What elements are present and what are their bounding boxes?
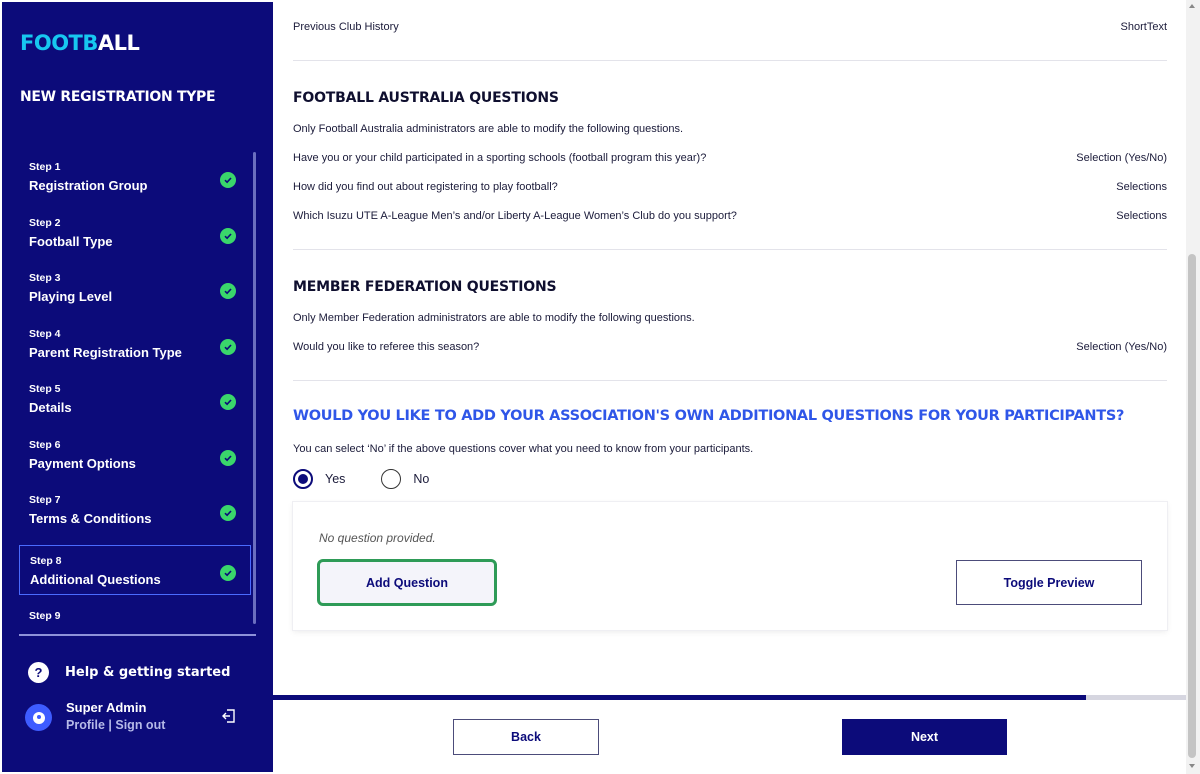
scroll-down-arrow-icon[interactable]: [1189, 764, 1195, 768]
step-label: Terms & Conditions: [29, 511, 152, 526]
radio-yes[interactable]: [293, 469, 313, 489]
scroll-up-arrow-icon[interactable]: [1189, 4, 1195, 8]
question-type: Selections: [1116, 210, 1167, 222]
question-text: Have you or your child participated in a…: [293, 152, 707, 164]
help-link[interactable]: ? Help & getting started: [28, 662, 230, 683]
step-label: Additional Questions: [30, 572, 161, 587]
step-3[interactable]: Step 3 Playing Level: [19, 263, 251, 313]
fa-section-desc: Only Football Australia administrators a…: [293, 123, 684, 135]
step-number: Step 6: [29, 439, 61, 451]
sidebar-divider: [19, 634, 256, 636]
additional-questions-card: No question provided. Add Question Toggl…: [293, 502, 1167, 630]
fa-section-title: FOOTBALL AUSTRALIA QUESTIONS: [293, 90, 559, 106]
check-circle-icon: [220, 505, 236, 521]
step-number: Step 2: [29, 217, 61, 229]
mf-section-desc: Only Member Federation administrators ar…: [293, 312, 695, 324]
scrollbar-thumb[interactable]: [1188, 254, 1196, 758]
step-1[interactable]: Step 1 Registration Group: [19, 152, 251, 202]
step-number: Step 5: [29, 383, 61, 395]
radio-no-label[interactable]: No: [413, 472, 429, 486]
step-label: Payment Options: [29, 456, 136, 471]
step-8[interactable]: Step 8 Additional Questions: [19, 545, 251, 595]
question-type: ShortText: [1120, 21, 1167, 33]
step-label: Playing Level: [29, 289, 113, 304]
step-number: Step 4: [29, 328, 61, 340]
footer-nav: Back Next: [273, 700, 1186, 774]
question-text: Which Isuzu UTE A-League Men’s and/or Li…: [293, 210, 737, 222]
question-type: Selection (Yes/No): [1076, 152, 1167, 164]
main-content: Previous Club History ShortText FOOTBALL…: [273, 0, 1186, 774]
logo-part-2: ALL: [97, 31, 140, 55]
sidebar-scrollbar[interactable]: [253, 152, 256, 624]
sidebar: FOOTBALL NEW REGISTRATION TYPE Step 1 Re…: [2, 2, 273, 772]
step-number: Step 8: [30, 555, 62, 567]
radio-yes-label[interactable]: Yes: [325, 472, 345, 486]
back-button[interactable]: Back: [453, 719, 599, 755]
step-number: Step 1: [29, 161, 61, 173]
step-label: Parent Registration Type: [29, 345, 182, 360]
next-button[interactable]: Next: [842, 719, 1007, 755]
check-circle-icon: [220, 339, 236, 355]
user-name: Super Admin: [66, 700, 147, 715]
additional-questions-radio-group: Yes No: [293, 469, 465, 489]
question-mark-icon: ?: [28, 662, 49, 683]
help-label: Help & getting started: [65, 665, 231, 680]
sidebar-title: NEW REGISTRATION TYPE: [20, 89, 216, 105]
divider: [293, 60, 1167, 61]
step-list: Step 1 Registration Group Step 2 Footbal…: [19, 152, 253, 626]
check-circle-icon: [220, 565, 236, 581]
step-9[interactable]: Step 9: [19, 601, 251, 626]
step-number: Step 3: [29, 272, 61, 284]
check-circle-icon: [220, 172, 236, 188]
link-separator: |: [108, 718, 112, 732]
profile-link[interactable]: Profile: [66, 718, 105, 732]
check-circle-icon: [220, 450, 236, 466]
additional-questions-title: WOULD YOU LIKE TO ADD YOUR ASSOCIATION'S…: [293, 408, 1125, 424]
question-text: How did you find out about registering t…: [293, 181, 558, 193]
check-circle-icon: [220, 228, 236, 244]
question-text: Previous Club History: [293, 21, 399, 33]
signout-link[interactable]: Sign out: [115, 718, 165, 732]
empty-state-text: No question provided.: [319, 531, 436, 545]
step-number: Step 7: [29, 494, 61, 506]
radio-no[interactable]: [381, 469, 402, 489]
page-scrollbar[interactable]: [1186, 0, 1200, 774]
logo-part-1: FOOTB: [20, 31, 98, 55]
check-circle-icon: [220, 283, 236, 299]
question-text: Would you like to referee this season?: [293, 341, 480, 353]
additional-questions-desc: You can select ‘No’ if the above questio…: [293, 443, 754, 455]
user-links: Profile | Sign out: [66, 718, 165, 732]
logout-icon[interactable]: [221, 708, 237, 724]
question-type: Selections: [1116, 181, 1167, 193]
divider: [293, 380, 1167, 381]
divider: [293, 249, 1167, 250]
step-6[interactable]: Step 6 Payment Options: [19, 430, 251, 480]
step-label: Football Type: [29, 234, 113, 249]
question-type: Selection (Yes/No): [1076, 341, 1167, 353]
check-circle-icon: [220, 394, 236, 410]
step-label: Details: [29, 400, 72, 415]
step-5[interactable]: Step 5 Details: [19, 374, 251, 424]
add-question-button[interactable]: Add Question: [317, 559, 497, 606]
user-avatar-icon: [25, 704, 52, 731]
mf-section-title: MEMBER FEDERATION QUESTIONS: [293, 279, 557, 295]
football-logo[interactable]: FOOTBALL: [20, 31, 140, 55]
step-2[interactable]: Step 2 Football Type: [19, 208, 251, 258]
step-number: Step 9: [29, 610, 61, 622]
toggle-preview-button[interactable]: Toggle Preview: [956, 560, 1142, 605]
step-label: Registration Group: [29, 178, 148, 193]
step-7[interactable]: Step 7 Terms & Conditions: [19, 485, 251, 535]
step-4[interactable]: Step 4 Parent Registration Type: [19, 319, 251, 369]
